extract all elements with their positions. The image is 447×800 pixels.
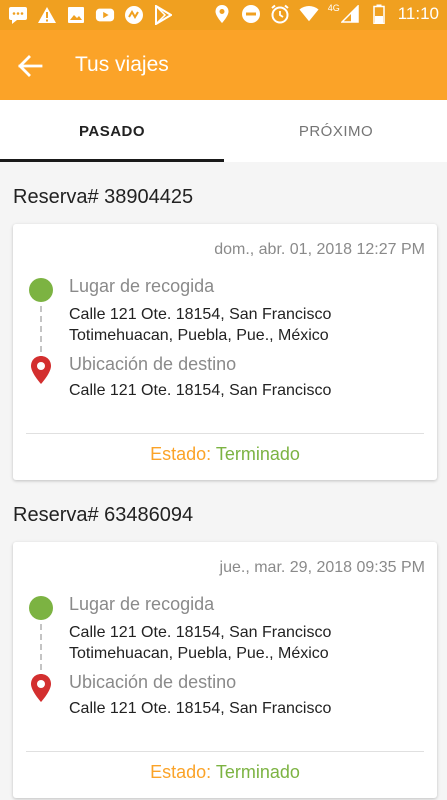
do-not-disturb-icon	[241, 4, 261, 24]
green-dot-icon	[29, 596, 53, 620]
card-divider	[26, 433, 424, 434]
youtube-icon	[95, 5, 115, 25]
booking-number: Reserva# 38904425	[13, 186, 194, 208]
route-connector	[40, 624, 42, 670]
message-icon	[8, 5, 28, 25]
clock: 11:10	[397, 4, 439, 23]
tab-proximo[interactable]: PRÓXIMO	[224, 100, 447, 162]
arrow-left-icon	[17, 54, 43, 78]
destination-label: Ubicación de destino	[69, 354, 237, 374]
booking-number: Reserva# 63486094	[13, 504, 194, 526]
trip-date: jue., mar. 29, 2018 09:35 PM	[219, 559, 425, 576]
route-connector	[40, 306, 42, 352]
battery-icon	[369, 4, 389, 24]
status-label: Estado:	[150, 762, 212, 782]
trip-card[interactable]: dom., abr. 01, 2018 12:27 PM Lugar de re…	[13, 224, 437, 480]
play-store-icon	[153, 5, 173, 25]
alarm-icon	[270, 4, 290, 24]
status-bar: 4G 11:10	[0, 0, 447, 30]
back-button[interactable]	[14, 50, 46, 82]
pickup-address: Calle 121 Ote. 18154, San Francisco Toti…	[69, 624, 332, 662]
signal-icon	[340, 4, 360, 24]
status-label: Estado:	[150, 444, 212, 464]
app-icon	[124, 5, 144, 25]
map-pin-icon	[29, 355, 53, 385]
trip-card[interactable]: jue., mar. 29, 2018 09:35 PM Lugar de re…	[13, 542, 437, 798]
app-bar: Tus viajes	[0, 30, 447, 100]
network-type-label: 4G	[327, 3, 340, 13]
pickup-label: Lugar de recogida	[69, 276, 215, 296]
tab-bar: PASADO PRÓXIMO	[0, 100, 447, 162]
map-pin-icon	[29, 673, 53, 703]
trip-status: Estado: Terminado	[13, 444, 437, 465]
status-value: Terminado	[215, 762, 300, 782]
tab-pasado[interactable]: PASADO	[0, 100, 224, 162]
status-value: Terminado	[215, 444, 300, 464]
pickup-label: Lugar de recogida	[69, 594, 215, 614]
trip-status: Estado: Terminado	[13, 762, 437, 783]
destination-label: Ubicación de destino	[69, 672, 237, 692]
card-divider	[26, 751, 424, 752]
active-tab-indicator	[0, 159, 224, 162]
destination-address: Calle 121 Ote. 18154, San Francisco	[69, 700, 332, 717]
green-dot-icon	[29, 278, 53, 302]
destination-address: Calle 121 Ote. 18154, San Francisco	[69, 382, 332, 399]
wifi-icon	[299, 4, 319, 24]
pickup-address: Calle 121 Ote. 18154, San Francisco Toti…	[69, 306, 332, 344]
location-icon	[212, 4, 232, 24]
page-title: Tus viajes	[75, 53, 169, 76]
image-icon	[66, 5, 86, 25]
warning-icon	[37, 5, 57, 25]
trip-date: dom., abr. 01, 2018 12:27 PM	[214, 241, 425, 258]
